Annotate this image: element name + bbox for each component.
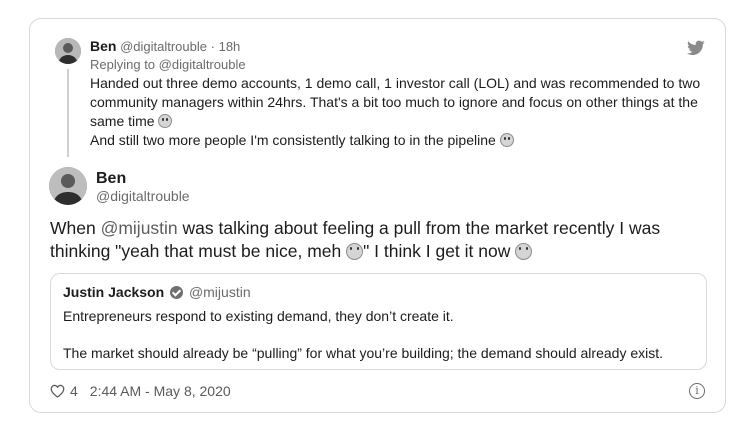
thread-connector-line bbox=[67, 69, 69, 157]
text-segment: When bbox=[50, 218, 101, 238]
quoted-tweet-header: Justin Jackson @mijustin bbox=[63, 284, 694, 301]
parent-tweet-text: Handed out three demo accounts, 1 demo c… bbox=[90, 74, 710, 150]
main-tweet-header: Ben @digitaltrouble bbox=[96, 169, 190, 205]
quoted-paragraph: Entrepreneurs respond to existing demand… bbox=[63, 308, 454, 324]
parent-text-line1: Handed out three demo accounts, 1 demo c… bbox=[90, 75, 701, 129]
avatar[interactable] bbox=[49, 167, 87, 205]
quoted-paragraph: The market should already be “pulling” f… bbox=[63, 345, 664, 361]
author-handle[interactable]: @digitaltrouble bbox=[120, 39, 207, 54]
avatar[interactable] bbox=[55, 38, 81, 64]
exploding-head-emoji-icon bbox=[499, 133, 514, 147]
embedded-tweet-card: Ben @digitaltrouble · 18h Replying to @d… bbox=[29, 18, 726, 413]
author-name[interactable]: Ben bbox=[96, 169, 190, 188]
grinning-emoji-icon bbox=[158, 114, 173, 128]
verified-badge-icon bbox=[170, 286, 184, 299]
text-segment: " I think I get it now bbox=[363, 241, 516, 261]
replying-to[interactable]: Replying to @digitaltrouble bbox=[90, 56, 710, 73]
tweet-time[interactable]: 18h bbox=[219, 39, 241, 54]
tweet-footer: 4 2:44 AM - May 8, 2020 bbox=[50, 382, 231, 400]
heart-icon[interactable] bbox=[50, 384, 65, 398]
author-name[interactable]: Ben bbox=[90, 38, 116, 54]
main-tweet-text: When @mijustin was talking about feeling… bbox=[50, 217, 710, 263]
upside-down-face-emoji-icon bbox=[515, 243, 533, 260]
parent-tweet: Ben @digitaltrouble · 18h Replying to @d… bbox=[90, 38, 710, 150]
author-handle[interactable]: @digitaltrouble bbox=[96, 188, 190, 205]
quoted-author-handle: @mijustin bbox=[188, 284, 251, 300]
tweet-timestamp[interactable]: 2:44 AM - May 8, 2020 bbox=[90, 382, 231, 400]
person-shrugging-emoji-icon bbox=[346, 243, 364, 260]
parent-tweet-header: Ben @digitaltrouble · 18h bbox=[90, 38, 710, 55]
mention-link[interactable]: @mijustin bbox=[101, 218, 178, 238]
quoted-author-name: Justin Jackson bbox=[63, 284, 165, 300]
like-count[interactable]: 4 bbox=[70, 382, 78, 400]
separator: · bbox=[210, 39, 215, 54]
parent-text-line2: And still two more people I'm consistent… bbox=[90, 132, 496, 148]
quoted-tweet[interactable]: Justin Jackson @mijustin Entrepreneurs r… bbox=[50, 273, 707, 370]
info-icon[interactable]: i bbox=[689, 383, 705, 399]
